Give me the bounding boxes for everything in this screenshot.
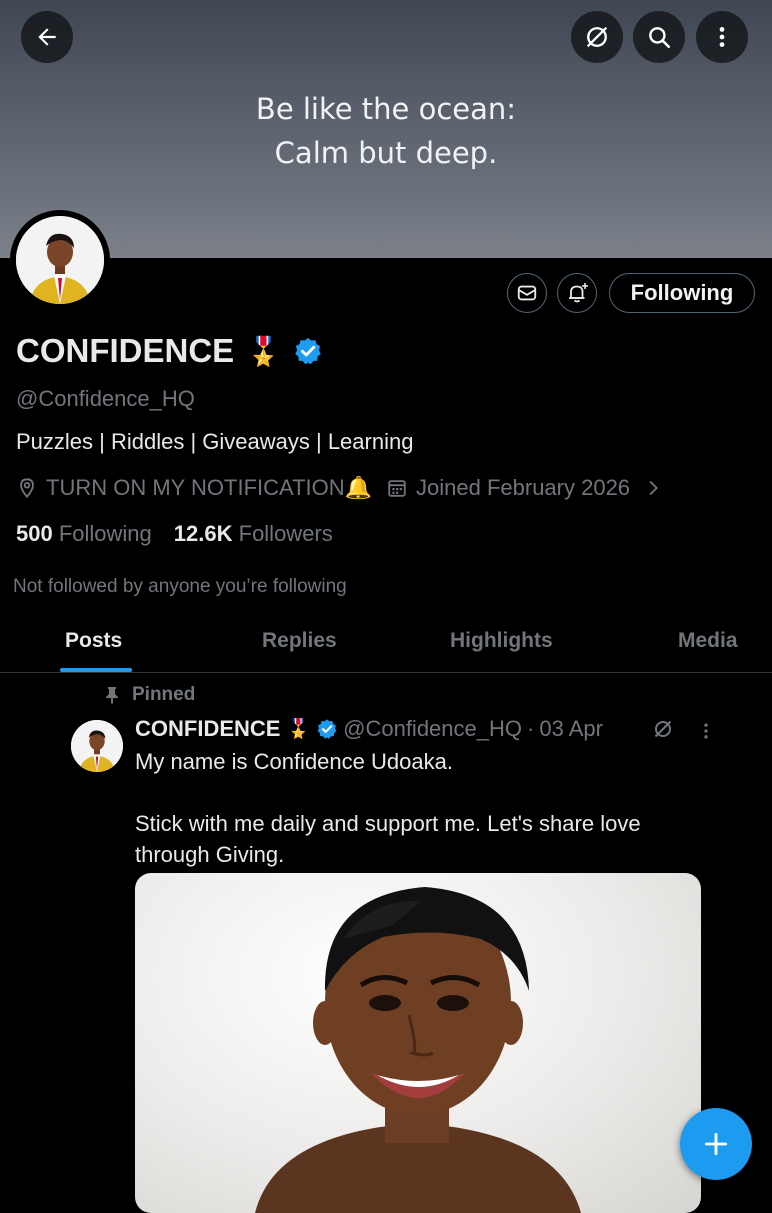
bell-plus-icon (569, 283, 588, 303)
post-author-name[interactable]: CONFIDENCE (135, 716, 280, 742)
grok-button[interactable] (571, 11, 623, 63)
message-button[interactable] (507, 273, 547, 313)
post-text-line2: Stick with me daily and support me. Let'… (135, 811, 641, 867)
post-header: CONFIDENCE 🎖️ @Confidence_HQ · 03 Apr (135, 716, 603, 742)
more-button[interactable] (696, 11, 748, 63)
tab-posts[interactable]: Posts (65, 610, 122, 672)
location-pin-icon (20, 478, 34, 499)
followers-count: 12.6K (173, 521, 233, 546)
back-button[interactable] (21, 11, 73, 63)
profile-bio: Puzzles | Riddles | Giveaways | Learning (16, 429, 414, 454)
pinned-indicator: Pinned (104, 684, 195, 706)
tab-replies[interactable]: Replies (262, 610, 337, 672)
profile-counts: 500 Following 12.6K Followers (16, 521, 333, 547)
followers-count-link[interactable]: 12.6K Followers (174, 521, 333, 547)
arrow-left-icon (38, 28, 56, 46)
banner-quote-line2: Calm but deep. (274, 136, 498, 170)
tab-highlights[interactable]: Highlights (450, 610, 553, 672)
banner-quote: Be like the ocean: Calm but deep. (0, 87, 772, 175)
verified-badge-icon[interactable] (293, 336, 323, 366)
chevron-right-icon[interactable] (642, 477, 664, 499)
post-text-line1: My name is Confidence Udoaka. (135, 749, 453, 774)
profile-handle: @Confidence_HQ (16, 386, 195, 411)
calendar-icon (388, 480, 406, 497)
notifications-button[interactable] (557, 273, 597, 313)
profile-avatar-image (16, 216, 104, 304)
verified-badge-icon[interactable] (316, 718, 338, 740)
profile-tabs: Posts Replies Highlights Media (0, 610, 772, 673)
profile-location: TURN ON MY NOTIFICATION🔔 (46, 475, 373, 500)
medal-emoji: 🎖️ (246, 335, 282, 367)
active-tab-indicator (60, 668, 132, 672)
followers-label: Followers (238, 521, 333, 546)
post-image[interactable] (135, 873, 701, 1213)
search-button[interactable] (633, 11, 685, 63)
slash-circle-icon[interactable] (651, 717, 675, 741)
following-count-link[interactable]: 500 Following (16, 521, 152, 547)
compose-button[interactable] (680, 1108, 752, 1180)
post-meta-separator: · (527, 716, 535, 741)
profile-name: CONFIDENCE 🎖️ (16, 332, 323, 370)
slash-circle-icon (586, 26, 608, 48)
post-author-emoji: 🎖️ (286, 719, 311, 740)
plus-icon (704, 1132, 728, 1156)
not-followed-notice: Not followed by anyone you’re following (13, 576, 347, 597)
post-author-handle[interactable]: @Confidence_HQ (343, 716, 522, 742)
post-author-avatar[interactable] (71, 720, 123, 772)
more-vertical-icon (719, 27, 725, 47)
post-date[interactable]: 03 Apr (539, 716, 603, 742)
post-text: My name is Confidence Udoaka. Stick with… (135, 746, 695, 870)
pin-icon (106, 687, 118, 704)
following-count: 500 (16, 521, 53, 546)
pinned-label: Pinned (132, 684, 196, 705)
banner-quote-line1: Be like the ocean: (255, 92, 517, 126)
profile-meta: TURN ON MY NOTIFICATION🔔 Joined February… (16, 475, 664, 501)
profile-joined: Joined February 2026 (416, 475, 631, 500)
following-label: Following (58, 521, 152, 546)
profile-name-text: CONFIDENCE (16, 332, 235, 369)
profile-avatar[interactable] (10, 210, 110, 310)
mail-icon (517, 285, 537, 301)
more-vertical-icon[interactable] (696, 721, 716, 741)
tab-media[interactable]: Media (678, 610, 738, 672)
following-button[interactable]: Following (609, 273, 755, 313)
search-icon (649, 27, 671, 49)
